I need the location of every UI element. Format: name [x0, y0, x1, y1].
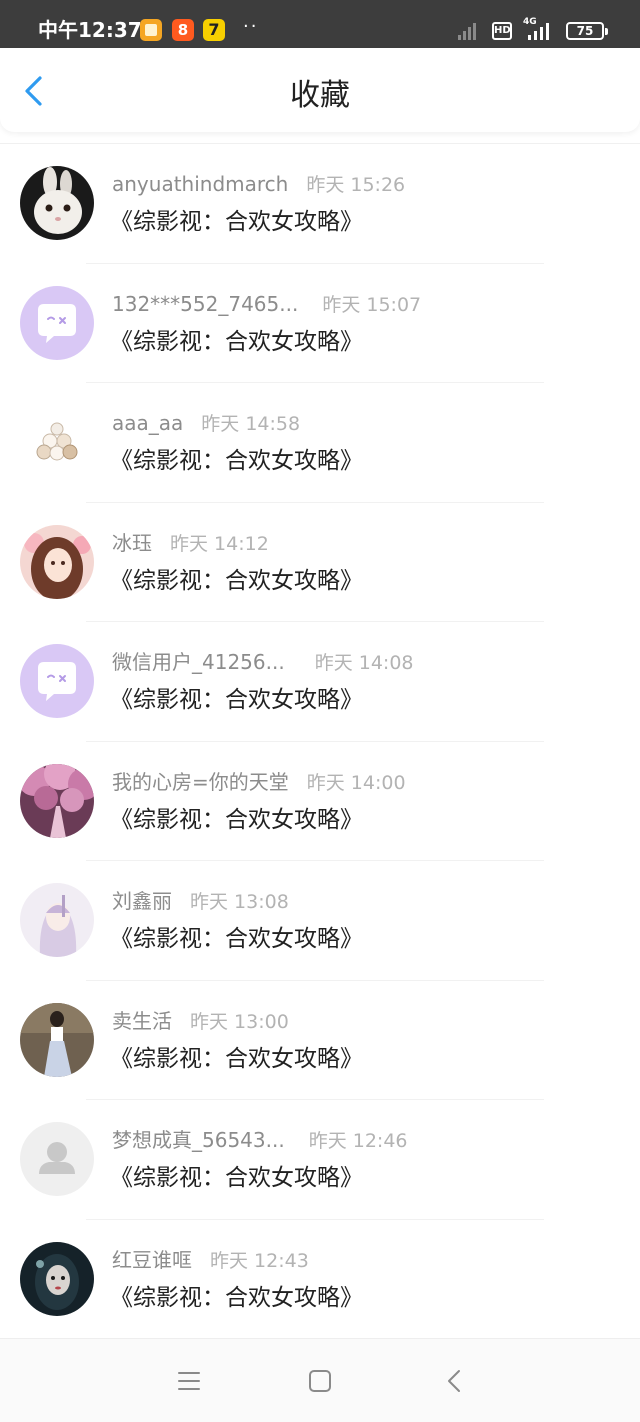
item-meta: 梦想成真_56543... 昨天 12:46 [112, 1127, 408, 1154]
user-name: 梦想成真_56543... [112, 1128, 285, 1152]
avatar[interactable] [20, 763, 94, 838]
user-name: 微信用户_41256... [112, 650, 285, 674]
avatar[interactable] [20, 285, 94, 360]
square-icon [309, 1370, 331, 1392]
item-meta: 刘鑫丽 昨天 13:08 [112, 888, 289, 915]
book-title: 《综影视：合欢女攻略》 [110, 687, 363, 713]
list-item[interactable]: 红豆谁哐 昨天 12:43 《综影视：合欢女攻略》 [0, 1220, 640, 1340]
status-time: 中午12:37 [38, 18, 142, 42]
timestamp: 昨天 14:08 [314, 652, 414, 674]
avatar[interactable] [20, 405, 94, 479]
book-title: 《综影视：合欢女攻略》 [110, 328, 363, 355]
timestamp: 昨天 13:08 [190, 891, 289, 913]
default-chat-avatar-icon [20, 644, 94, 718]
cartoon-animals-avatar-icon [20, 405, 94, 479]
timestamp: 昨天 13:00 [190, 1010, 289, 1033]
item-meta: anyuathindmarch 昨天 15:26 [112, 171, 405, 198]
item-meta: aaa_aa 昨天 14:58 [112, 410, 300, 437]
book-title: 《综影视：合欢女攻略》 [110, 1165, 363, 1191]
list-item[interactable]: 我的心房=你的天堂 昨天 14:00 《综影视：合欢女攻略》 [0, 742, 640, 862]
hd-badge: HD [492, 22, 512, 40]
list-item[interactable]: 梦想成真_56543... 昨天 12:46 《综影视：合欢女攻略》 [0, 1100, 640, 1220]
more-notifications-icon: ·· [243, 16, 259, 37]
user-name: 卖生活 [112, 1008, 172, 1033]
status-bar: 中午12:37 ·· HD 4G 75 [0, 0, 640, 48]
user-name: anyuathindmarch [112, 172, 289, 196]
cherry-blossom-avatar-icon [20, 763, 94, 838]
book-title: 《综影视：合欢女攻略》 [110, 1045, 363, 1072]
default-user-avatar-icon [20, 1122, 94, 1196]
favorites-list: anyuathindmarch 昨天 15:26 《综影视：合欢女攻略》 132*… [0, 143, 640, 1339]
dark-portrait-avatar-icon [20, 1241, 94, 1316]
list-item[interactable]: 刘鑫丽 昨天 13:08 《综影视：合欢女攻略》 [0, 861, 640, 981]
user-name: 冰珏 [112, 530, 152, 555]
list-item[interactable]: 132***552_7465... 昨天 15:07 《综影视：合欢女攻略》 [0, 264, 640, 384]
system-nav-bar [0, 1338, 640, 1422]
avatar[interactable] [20, 1122, 94, 1196]
book-title: 《综影视：合欢女攻略》 [110, 926, 363, 952]
book-title: 《综影视：合欢女攻略》 [110, 1284, 363, 1311]
notification-app-icon [140, 19, 162, 41]
book-title: 《综影视：合欢女攻略》 [110, 567, 363, 594]
list-item[interactable]: aaa_aa 昨天 14:58 《综影视：合欢女攻略》 [0, 383, 640, 503]
notification-app-icon [172, 19, 194, 41]
girl-portrait-avatar-icon [20, 524, 94, 599]
timestamp: 昨天 14:12 [170, 532, 269, 555]
home-button[interactable] [305, 1366, 335, 1396]
notification-app-icon [203, 19, 225, 41]
menu-button[interactable] [174, 1366, 204, 1396]
avatar[interactable] [20, 883, 94, 957]
user-name: 红豆谁哐 [112, 1247, 192, 1272]
book-title: 《综影视：合欢女攻略》 [110, 806, 363, 833]
list-item[interactable]: 微信用户_41256... 昨天 14:08 《综影视：合欢女攻略》 [0, 622, 640, 742]
page-title: 收藏 [290, 78, 350, 113]
anime-girl-avatar-icon [20, 883, 94, 957]
user-name: 132***552_7465... [112, 291, 299, 316]
avatar[interactable] [20, 1241, 94, 1316]
item-meta: 微信用户_41256... 昨天 14:08 [112, 649, 414, 676]
avatar[interactable] [20, 644, 94, 718]
battery-icon: 75 [566, 22, 608, 40]
default-chat-avatar-icon [20, 285, 94, 360]
nav-back-button[interactable] [440, 1366, 470, 1396]
menu-icon [178, 1372, 200, 1390]
rabbit-avatar-icon [20, 166, 94, 240]
header: 收藏 [0, 48, 640, 132]
item-meta: 冰珏 昨天 14:12 [112, 530, 269, 557]
item-meta: 我的心房=你的天堂 昨天 14:00 [112, 769, 406, 796]
chevron-left-icon [448, 1370, 460, 1392]
item-meta: 132***552_7465... 昨天 15:07 [112, 291, 421, 318]
user-name: aaa_aa [112, 411, 184, 435]
timestamp: 昨天 15:07 [322, 293, 422, 316]
item-meta: 卖生活 昨天 13:00 [112, 1008, 289, 1035]
item-meta: 红豆谁哐 昨天 12:43 [112, 1247, 309, 1274]
book-title: 《综影视：合欢女攻略》 [110, 448, 363, 474]
book-title: 《综影视：合欢女攻略》 [110, 209, 363, 235]
user-name: 刘鑫丽 [112, 889, 172, 913]
user-name: 我的心房=你的天堂 [112, 769, 289, 794]
avatar[interactable] [20, 524, 94, 599]
timestamp: 昨天 12:43 [210, 1249, 309, 1272]
girl-photo-avatar-icon [20, 1002, 94, 1077]
timestamp: 昨天 14:00 [306, 771, 406, 794]
avatar[interactable] [20, 166, 94, 240]
list-item[interactable]: 冰珏 昨天 14:12 《综影视：合欢女攻略》 [0, 503, 640, 623]
list-item[interactable]: anyuathindmarch 昨天 15:26 《综影视：合欢女攻略》 [0, 144, 640, 264]
timestamp: 昨天 14:58 [201, 413, 301, 435]
timestamp: 昨天 12:46 [308, 1130, 408, 1152]
list-item[interactable]: 卖生活 昨天 13:00 《综影视：合欢女攻略》 [0, 981, 640, 1101]
timestamp: 昨天 15:26 [306, 174, 406, 196]
avatar[interactable] [20, 1002, 94, 1077]
signal-icon [458, 22, 484, 40]
signal-icon [528, 22, 556, 40]
